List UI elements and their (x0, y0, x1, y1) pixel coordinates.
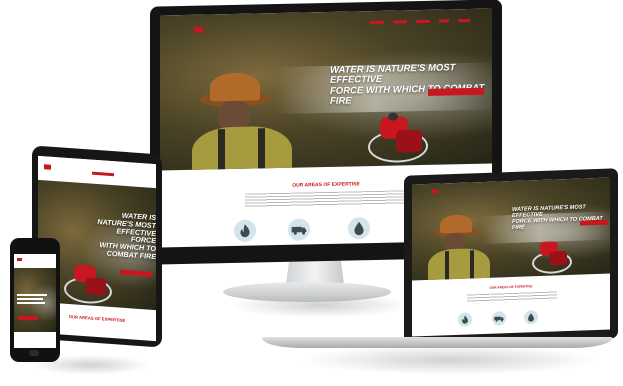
nav-item[interactable] (416, 19, 430, 24)
monitor-stand-base (223, 282, 391, 302)
laptop-website: WATER IS NATURE'S MOST EFFECTIVE FORCE W… (412, 177, 610, 337)
logo (17, 258, 22, 261)
nav-menu (370, 18, 470, 25)
firefighter-image (428, 211, 498, 281)
fire-truck-icon (291, 226, 307, 235)
hero-headline: WATER IS NATURE'S MOST EFFECTIVE FORCE W… (330, 62, 485, 107)
hero-headline: WATER IS NATURE'S MOST EFFECTIVE FORCE W… (512, 204, 603, 232)
phone-website (14, 254, 56, 348)
pump-image (368, 112, 428, 164)
intro-paragraph (245, 190, 405, 208)
hero-cta-button[interactable] (18, 316, 38, 320)
icon-bubble[interactable] (458, 312, 472, 327)
nav-item[interactable] (439, 19, 449, 23)
pump-image (64, 262, 112, 306)
logo (194, 26, 203, 33)
icon-bubble[interactable] (348, 217, 370, 240)
nav-item[interactable] (370, 20, 384, 25)
nav-item[interactable] (92, 171, 114, 177)
hero-cta-button[interactable] (580, 219, 608, 226)
water-drop-icon (528, 313, 534, 322)
expertise-heading: OUR AREAS OF EXPERTISE (489, 284, 533, 290)
intro-paragraph (467, 291, 557, 304)
flame-icon (240, 224, 250, 238)
fire-truck-icon (494, 316, 504, 322)
firefighter-image (190, 68, 300, 171)
logo (432, 189, 438, 194)
water-drop-icon (354, 221, 364, 236)
top-nav (14, 254, 56, 268)
icon-bubble[interactable] (524, 310, 538, 325)
pump-image (532, 239, 572, 275)
icon-bubble[interactable] (288, 218, 310, 241)
home-button[interactable] (29, 350, 39, 356)
hero-headline (17, 298, 43, 300)
hero-headline: WATER IS NATURE'S MOST EFFECTIVE FORCE W… (97, 210, 156, 261)
hero-cta-button[interactable] (120, 269, 152, 277)
flame-icon (462, 315, 468, 324)
hero-banner (14, 268, 56, 332)
nav-item[interactable] (458, 18, 470, 23)
device-shadow (300, 345, 600, 375)
laptop-base (262, 337, 612, 348)
hero-headline (17, 302, 45, 304)
icon-bubble[interactable] (234, 219, 256, 242)
logo (44, 164, 51, 170)
hero-cta-button[interactable] (428, 87, 484, 96)
nav-item[interactable] (393, 20, 407, 24)
hero-headline (17, 294, 47, 296)
icon-bubble[interactable] (492, 311, 506, 326)
